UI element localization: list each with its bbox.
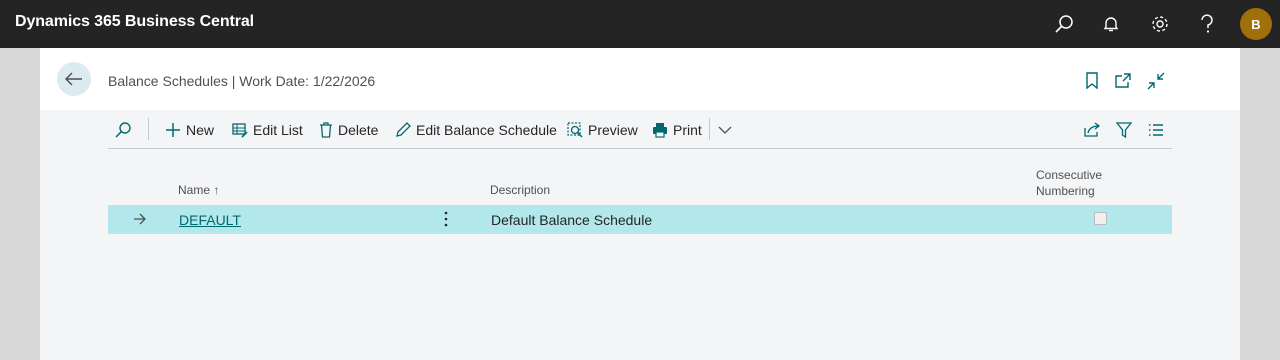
help-icon[interactable] [1195,12,1219,36]
column-header-consecutive-numbering[interactable]: Consecutive Numbering [1036,167,1102,199]
edit-list-button-label: Edit List [253,122,303,138]
page-header: Balance Schedules | Work Date: 1/22/2026 [40,48,1240,110]
printer-icon [653,123,667,138]
trash-icon [320,122,332,138]
user-avatar[interactable]: B [1240,8,1272,40]
search-icon [115,122,131,138]
row-more-options-icon[interactable] [444,211,448,227]
filter-icon [1116,122,1132,138]
arrow-left-icon [65,72,82,86]
list-icon [1149,124,1163,136]
column-header-description[interactable]: Description [490,183,550,197]
print-button[interactable]: Print [652,120,702,140]
bell-icon[interactable] [1099,12,1123,36]
preview-button-label: Preview [588,122,638,138]
page-title: Balance Schedules | Work Date: 1/22/2026 [108,73,376,89]
page-panel: Balance Schedules | Work Date: 1/22/2026… [40,48,1240,360]
plus-icon [166,123,180,137]
print-button-label: Print [673,122,702,138]
delete-button-label: Delete [338,122,379,138]
toolbar-divider [148,118,149,140]
table-row[interactable]: DEFAULT Default Balance Schedule [108,205,1172,234]
back-button[interactable] [57,62,91,96]
pencil-icon [396,122,411,137]
toolbar-divider [709,118,710,140]
share-icon [1084,122,1101,137]
collapse-icon[interactable] [1145,70,1167,92]
filter-button[interactable] [1116,120,1137,140]
column-header-name[interactable]: Name ↑ [178,183,219,197]
sort-ascending-icon: ↑ [213,183,220,197]
app-bar: Dynamics 365 Business Central B [0,0,1280,48]
share-button[interactable] [1083,120,1106,140]
column-header-consecutive-line2: Numbering [1036,184,1095,198]
search-list-button[interactable] [114,120,137,140]
row-name-link[interactable]: DEFAULT [179,212,241,228]
preview-icon [567,122,583,138]
search-icon[interactable] [1052,12,1076,36]
column-header-consecutive-line1: Consecutive [1036,168,1103,182]
bookmark-icon[interactable] [1081,70,1103,92]
column-header-name-label: Name [178,183,211,197]
delete-button[interactable]: Delete [319,120,378,140]
chevron-down-icon [718,126,732,134]
row-description: Default Balance Schedule [491,212,653,228]
more-actions-button[interactable] [718,120,737,140]
list-view-button[interactable] [1148,120,1169,140]
action-bar: New Edit List Delete Edit Balance Schedu… [108,110,1172,149]
row-selected-arrow-icon [134,213,146,225]
new-button-label: New [186,122,215,138]
preview-button[interactable]: Preview [567,120,638,140]
edit-list-button[interactable]: Edit List [232,120,303,140]
edit-list-icon [232,123,248,138]
edit-balance-schedule-button-label: Edit Balance Schedule [416,122,557,138]
edit-balance-schedule-button[interactable]: Edit Balance Schedule [395,120,557,140]
open-in-new-window-icon[interactable] [1112,70,1134,92]
new-button[interactable]: New [165,120,214,140]
gear-icon[interactable] [1148,12,1172,36]
consecutive-numbering-checkbox[interactable] [1094,212,1107,225]
app-title[interactable]: Dynamics 365 Business Central [15,13,254,31]
